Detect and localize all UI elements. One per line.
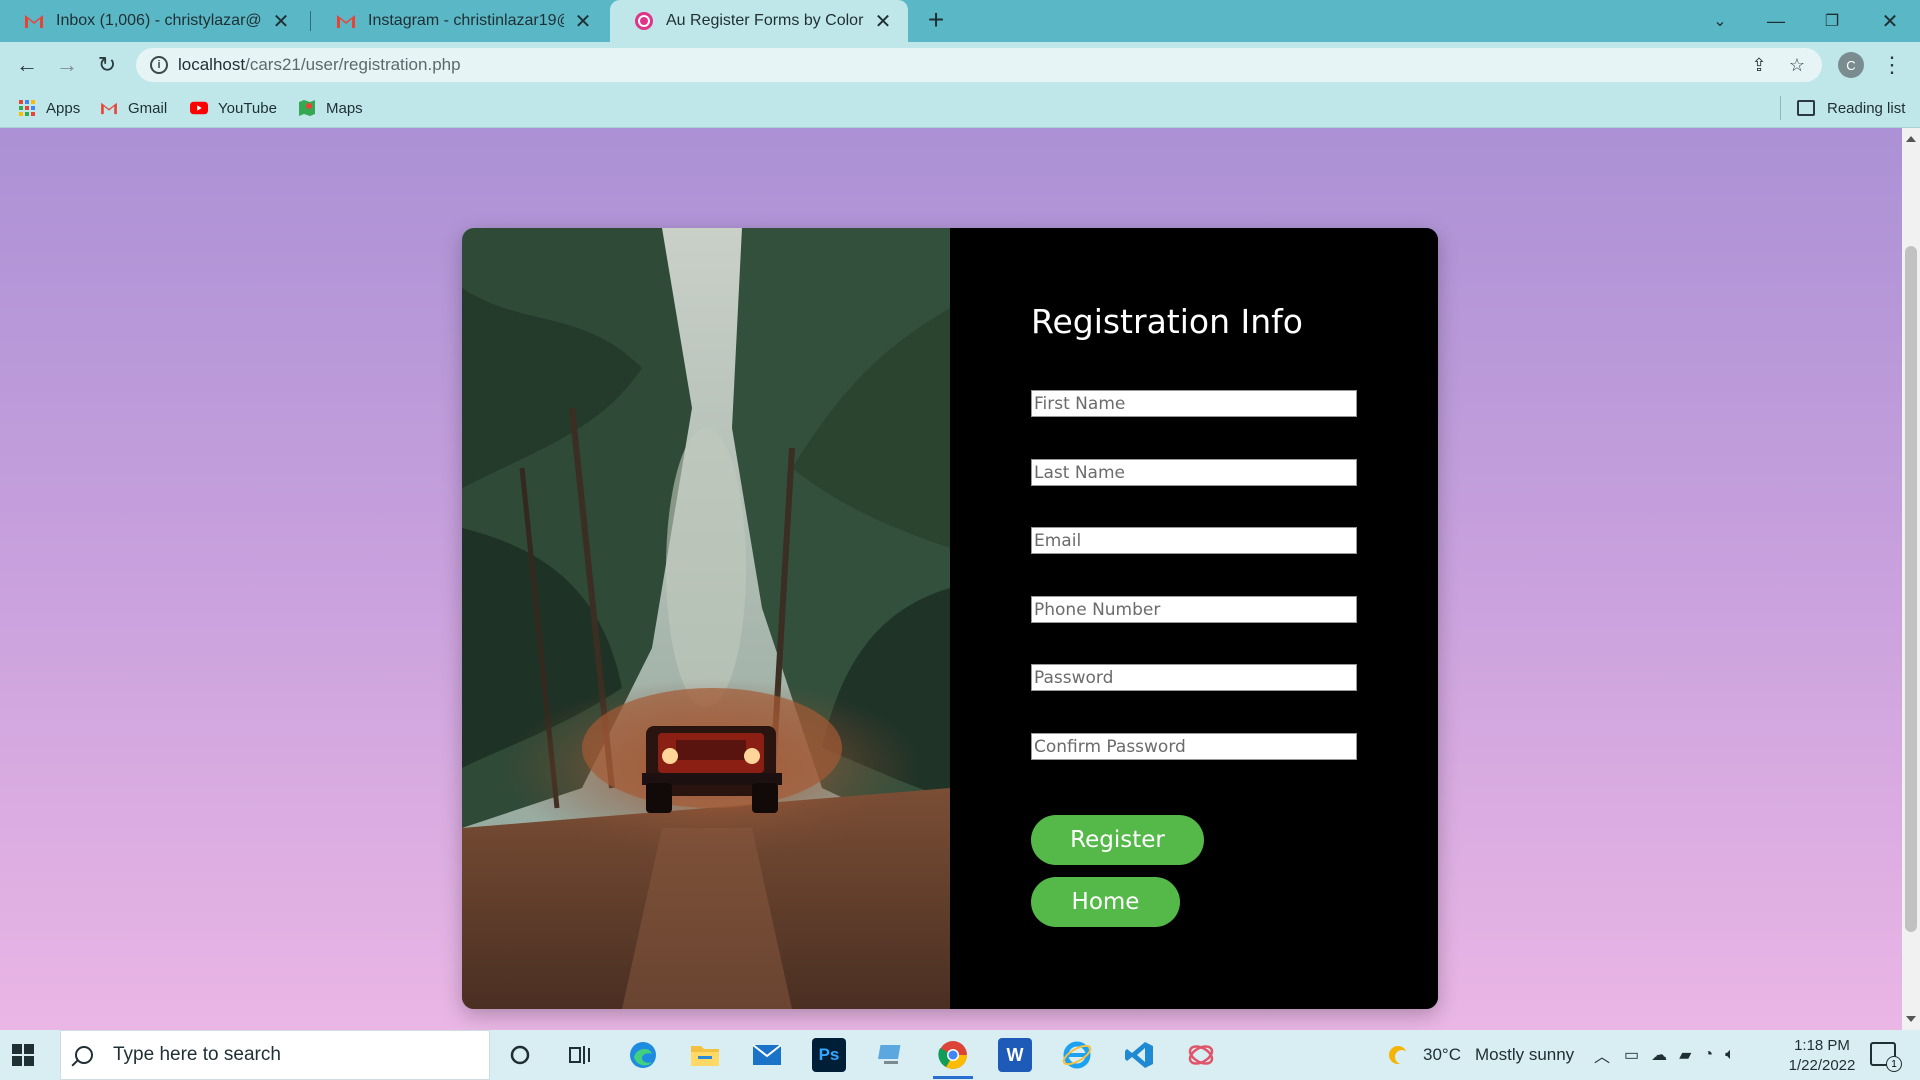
tab-title: Instagram - christinlazar19@gma (368, 12, 564, 29)
minimize-button[interactable]: — (1748, 0, 1804, 42)
share-icon[interactable]: ⇪ (1748, 54, 1770, 76)
taskbar-search-placeholder: Type here to search (113, 1044, 281, 1065)
reading-list-button[interactable]: Reading list (1780, 96, 1905, 120)
weather-desc: Mostly sunny (1474, 1045, 1575, 1064)
forward-button[interactable]: → (52, 50, 82, 80)
browser-menu-icon[interactable]: ⋮ (1881, 50, 1903, 80)
meet-now-icon[interactable]: ▭ (1624, 1045, 1639, 1065)
bookmark-gmail[interactable]: Gmail (100, 96, 167, 120)
maps-icon (298, 99, 316, 117)
internet-explorer-icon[interactable] (1060, 1038, 1094, 1072)
file-explorer-icon[interactable] (688, 1038, 722, 1072)
bookmark-apps[interactable]: Apps (18, 96, 80, 120)
chrome-icon[interactable] (936, 1038, 970, 1072)
taskbar-clock[interactable]: 1:18 PM 1/22/2022 (1776, 1036, 1868, 1076)
password-input[interactable] (1031, 664, 1357, 691)
taskbar-search[interactable]: Type here to search (60, 1030, 490, 1080)
show-hidden-icons-icon[interactable]: ︿ (1594, 1043, 1610, 1067)
weather-temp: 30°C (1423, 1045, 1461, 1064)
windows-taskbar: Type here to search Ps W 30°C Mostly sun… (0, 1030, 1920, 1080)
home-button[interactable]: Home (1031, 877, 1180, 927)
edge-icon[interactable] (626, 1038, 660, 1072)
back-button[interactable]: ← (12, 50, 42, 80)
address-bar[interactable]: i localhost/cars21/user/registration.php… (136, 48, 1822, 82)
registration-form: Registration Info Register Home (950, 228, 1438, 1009)
vscode-icon[interactable] (1122, 1038, 1156, 1072)
first-name-input[interactable] (1031, 390, 1357, 417)
restore-button[interactable]: ❐ (1804, 0, 1860, 42)
form-title: Registration Info (1031, 302, 1303, 341)
apps-grid-icon (18, 99, 36, 117)
volume-icon[interactable]: 🔈︎ (1725, 1046, 1735, 1064)
scrollbar-thumb[interactable] (1905, 246, 1917, 932)
registration-card: Registration Info Register Home (462, 228, 1438, 1009)
browser-toolbar: ← → ↻ i localhost/cars21/user/registrati… (0, 42, 1920, 88)
tab-separator (310, 11, 311, 31)
bookmark-maps[interactable]: Maps (298, 96, 363, 120)
tab-register-forms[interactable]: Au Register Forms by Colorlib ✕ (610, 0, 908, 42)
reading-list-label: Reading list (1827, 99, 1906, 117)
bookmarks-bar: Apps Gmail YouTube Maps Reading list (0, 88, 1920, 128)
close-icon[interactable]: ✕ (872, 10, 894, 33)
bookmark-label: Gmail (128, 99, 168, 117)
cortana-icon[interactable] (503, 1038, 537, 1072)
close-icon[interactable]: ✕ (270, 10, 292, 33)
phone-number-input[interactable] (1031, 596, 1357, 623)
weather-widget[interactable]: 30°C Mostly sunny (1385, 1030, 1574, 1080)
scroll-up-icon[interactable] (1906, 136, 1916, 142)
hero-image (462, 228, 950, 1009)
onedrive-icon[interactable]: ☁ (1651, 1045, 1667, 1065)
bookmark-label: Maps (326, 99, 363, 117)
paint-3d-icon[interactable] (1184, 1038, 1218, 1072)
windows-start-icon[interactable] (12, 1044, 34, 1066)
search-icon (75, 1046, 93, 1064)
scroll-down-icon[interactable] (1906, 1016, 1916, 1022)
task-view-icon[interactable] (563, 1038, 597, 1072)
weather-sunny-icon (1385, 1042, 1411, 1068)
gmail-icon (24, 11, 44, 31)
youtube-icon (190, 99, 208, 117)
word-icon[interactable]: W (998, 1038, 1032, 1072)
remote-desktop-icon[interactable] (874, 1038, 908, 1072)
page-viewport: Registration Info Register Home (0, 128, 1920, 1030)
site-info-icon[interactable]: i (150, 56, 168, 74)
wifi-icon[interactable]: ◔ (1703, 1046, 1713, 1064)
notifications-icon[interactable]: 1 (1870, 1042, 1902, 1072)
bookmark-youtube[interactable]: YouTube (190, 96, 277, 120)
reload-button[interactable]: ↻ (92, 50, 122, 80)
tab-strip: Inbox (1,006) - christylazar@depa ✕ Inst… (0, 0, 1920, 42)
reading-list-icon (1797, 100, 1815, 116)
email-input[interactable] (1031, 527, 1357, 554)
gmail-icon (336, 11, 356, 31)
chrome-active-indicator (933, 1076, 973, 1079)
tab-title: Au Register Forms by Colorlib (666, 12, 864, 29)
tab-search-button[interactable]: ⌄ (1692, 0, 1748, 42)
register-button[interactable]: Register (1031, 815, 1204, 865)
last-name-input[interactable] (1031, 459, 1357, 486)
tab-instagram[interactable]: Instagram - christinlazar19@gma ✕ (312, 0, 608, 42)
photoshop-icon[interactable]: Ps (812, 1038, 846, 1072)
close-window-button[interactable]: ✕ (1862, 0, 1918, 42)
battery-icon[interactable]: ▰ (1679, 1045, 1691, 1065)
bookmark-label: Apps (46, 99, 81, 117)
bookmark-label: YouTube (218, 99, 277, 117)
tab-gmail-inbox[interactable]: Inbox (1,006) - christylazar@depa ✕ (0, 0, 306, 42)
colorlib-icon (634, 11, 654, 31)
tab-title: Inbox (1,006) - christylazar@depa (56, 12, 262, 29)
gmail-icon (100, 99, 118, 117)
clock-time: 1:18 PM (1794, 1037, 1850, 1054)
new-tab-button[interactable]: + (922, 4, 950, 35)
clock-date: 1/22/2022 (1788, 1057, 1856, 1074)
bookmark-star-icon[interactable]: ☆ (1786, 54, 1808, 76)
confirm-password-input[interactable] (1031, 733, 1357, 760)
notification-count: 1 (1886, 1056, 1902, 1072)
tray-icons: ︿ ▭ ☁ ▰ ◔ 🔈︎ (1594, 1030, 1735, 1080)
profile-avatar[interactable]: C (1838, 52, 1864, 78)
close-icon[interactable]: ✕ (572, 10, 594, 33)
jeep-forest-photo (462, 228, 950, 1009)
page-scrollbar[interactable] (1902, 128, 1920, 1030)
mail-icon[interactable] (750, 1038, 784, 1072)
url-text: localhost/cars21/user/registration.php (178, 55, 461, 74)
